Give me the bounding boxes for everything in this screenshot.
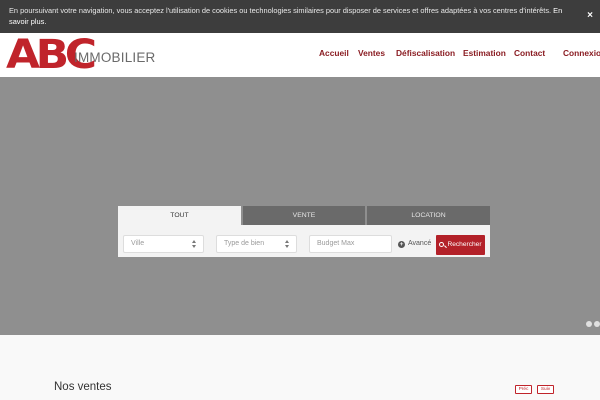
logo-word: IMMOBILIER: [74, 50, 156, 65]
site-header: ABC IMMOBILIER Accueil Ventes Défiscalis…: [0, 33, 600, 77]
budget-placeholder: Budget Max: [317, 240, 355, 247]
search-button[interactable]: Rechercher: [436, 235, 485, 255]
plus-icon: +: [398, 240, 405, 248]
prev-button[interactable]: Préc: [515, 385, 532, 394]
cookie-banner: En poursuivant votre navigation, vous ac…: [0, 0, 600, 33]
search-icon: [439, 241, 445, 247]
property-type-select[interactable]: Type de bien: [216, 235, 297, 253]
tab-location[interactable]: LOCATION: [367, 206, 490, 225]
slider-dot-2[interactable]: [594, 321, 600, 327]
advanced-label: Avancé: [408, 240, 432, 247]
hero-slider: TOUT VENTE LOCATION Ville Type de bien B…: [0, 77, 600, 335]
cookie-message: En poursuivant votre navigation, vous ac…: [9, 6, 552, 15]
close-icon[interactable]: ×: [585, 11, 595, 21]
select-arrows-icon: [285, 240, 290, 248]
budget-input[interactable]: Budget Max: [309, 235, 392, 253]
nav-estimation[interactable]: Estimation: [463, 48, 506, 58]
city-select-label: Ville: [131, 240, 145, 247]
advanced-toggle[interactable]: + Avancé: [398, 239, 431, 248]
nav-defiscalisation[interactable]: Défiscalisation: [396, 48, 455, 58]
search-panel: TOUT VENTE LOCATION Ville Type de bien B…: [118, 206, 490, 257]
slider-dot-1[interactable]: [586, 321, 592, 327]
search-tabs: TOUT VENTE LOCATION: [118, 206, 490, 225]
section-title: Nos ventes: [54, 381, 112, 393]
tab-vente[interactable]: VENTE: [243, 206, 365, 225]
search-form: Ville Type de bien Budget Max + Avancé Re…: [118, 225, 490, 257]
logo[interactable]: ABC IMMOBILIER: [6, 33, 155, 77]
property-type-label: Type de bien: [224, 240, 265, 247]
nav-contact[interactable]: Contact: [514, 48, 545, 58]
city-select[interactable]: Ville: [123, 235, 204, 253]
nav-connexion[interactable]: Connexion: [563, 48, 600, 58]
select-arrows-icon: [192, 240, 197, 248]
next-button[interactable]: Suiv: [537, 385, 554, 394]
nav-ventes[interactable]: Ventes: [358, 48, 385, 58]
sales-section: Nos ventes Préc Suiv: [0, 335, 600, 400]
nav-accueil[interactable]: Accueil: [319, 48, 349, 58]
search-button-label: Rechercher: [447, 241, 482, 248]
tab-tout[interactable]: TOUT: [118, 206, 241, 225]
